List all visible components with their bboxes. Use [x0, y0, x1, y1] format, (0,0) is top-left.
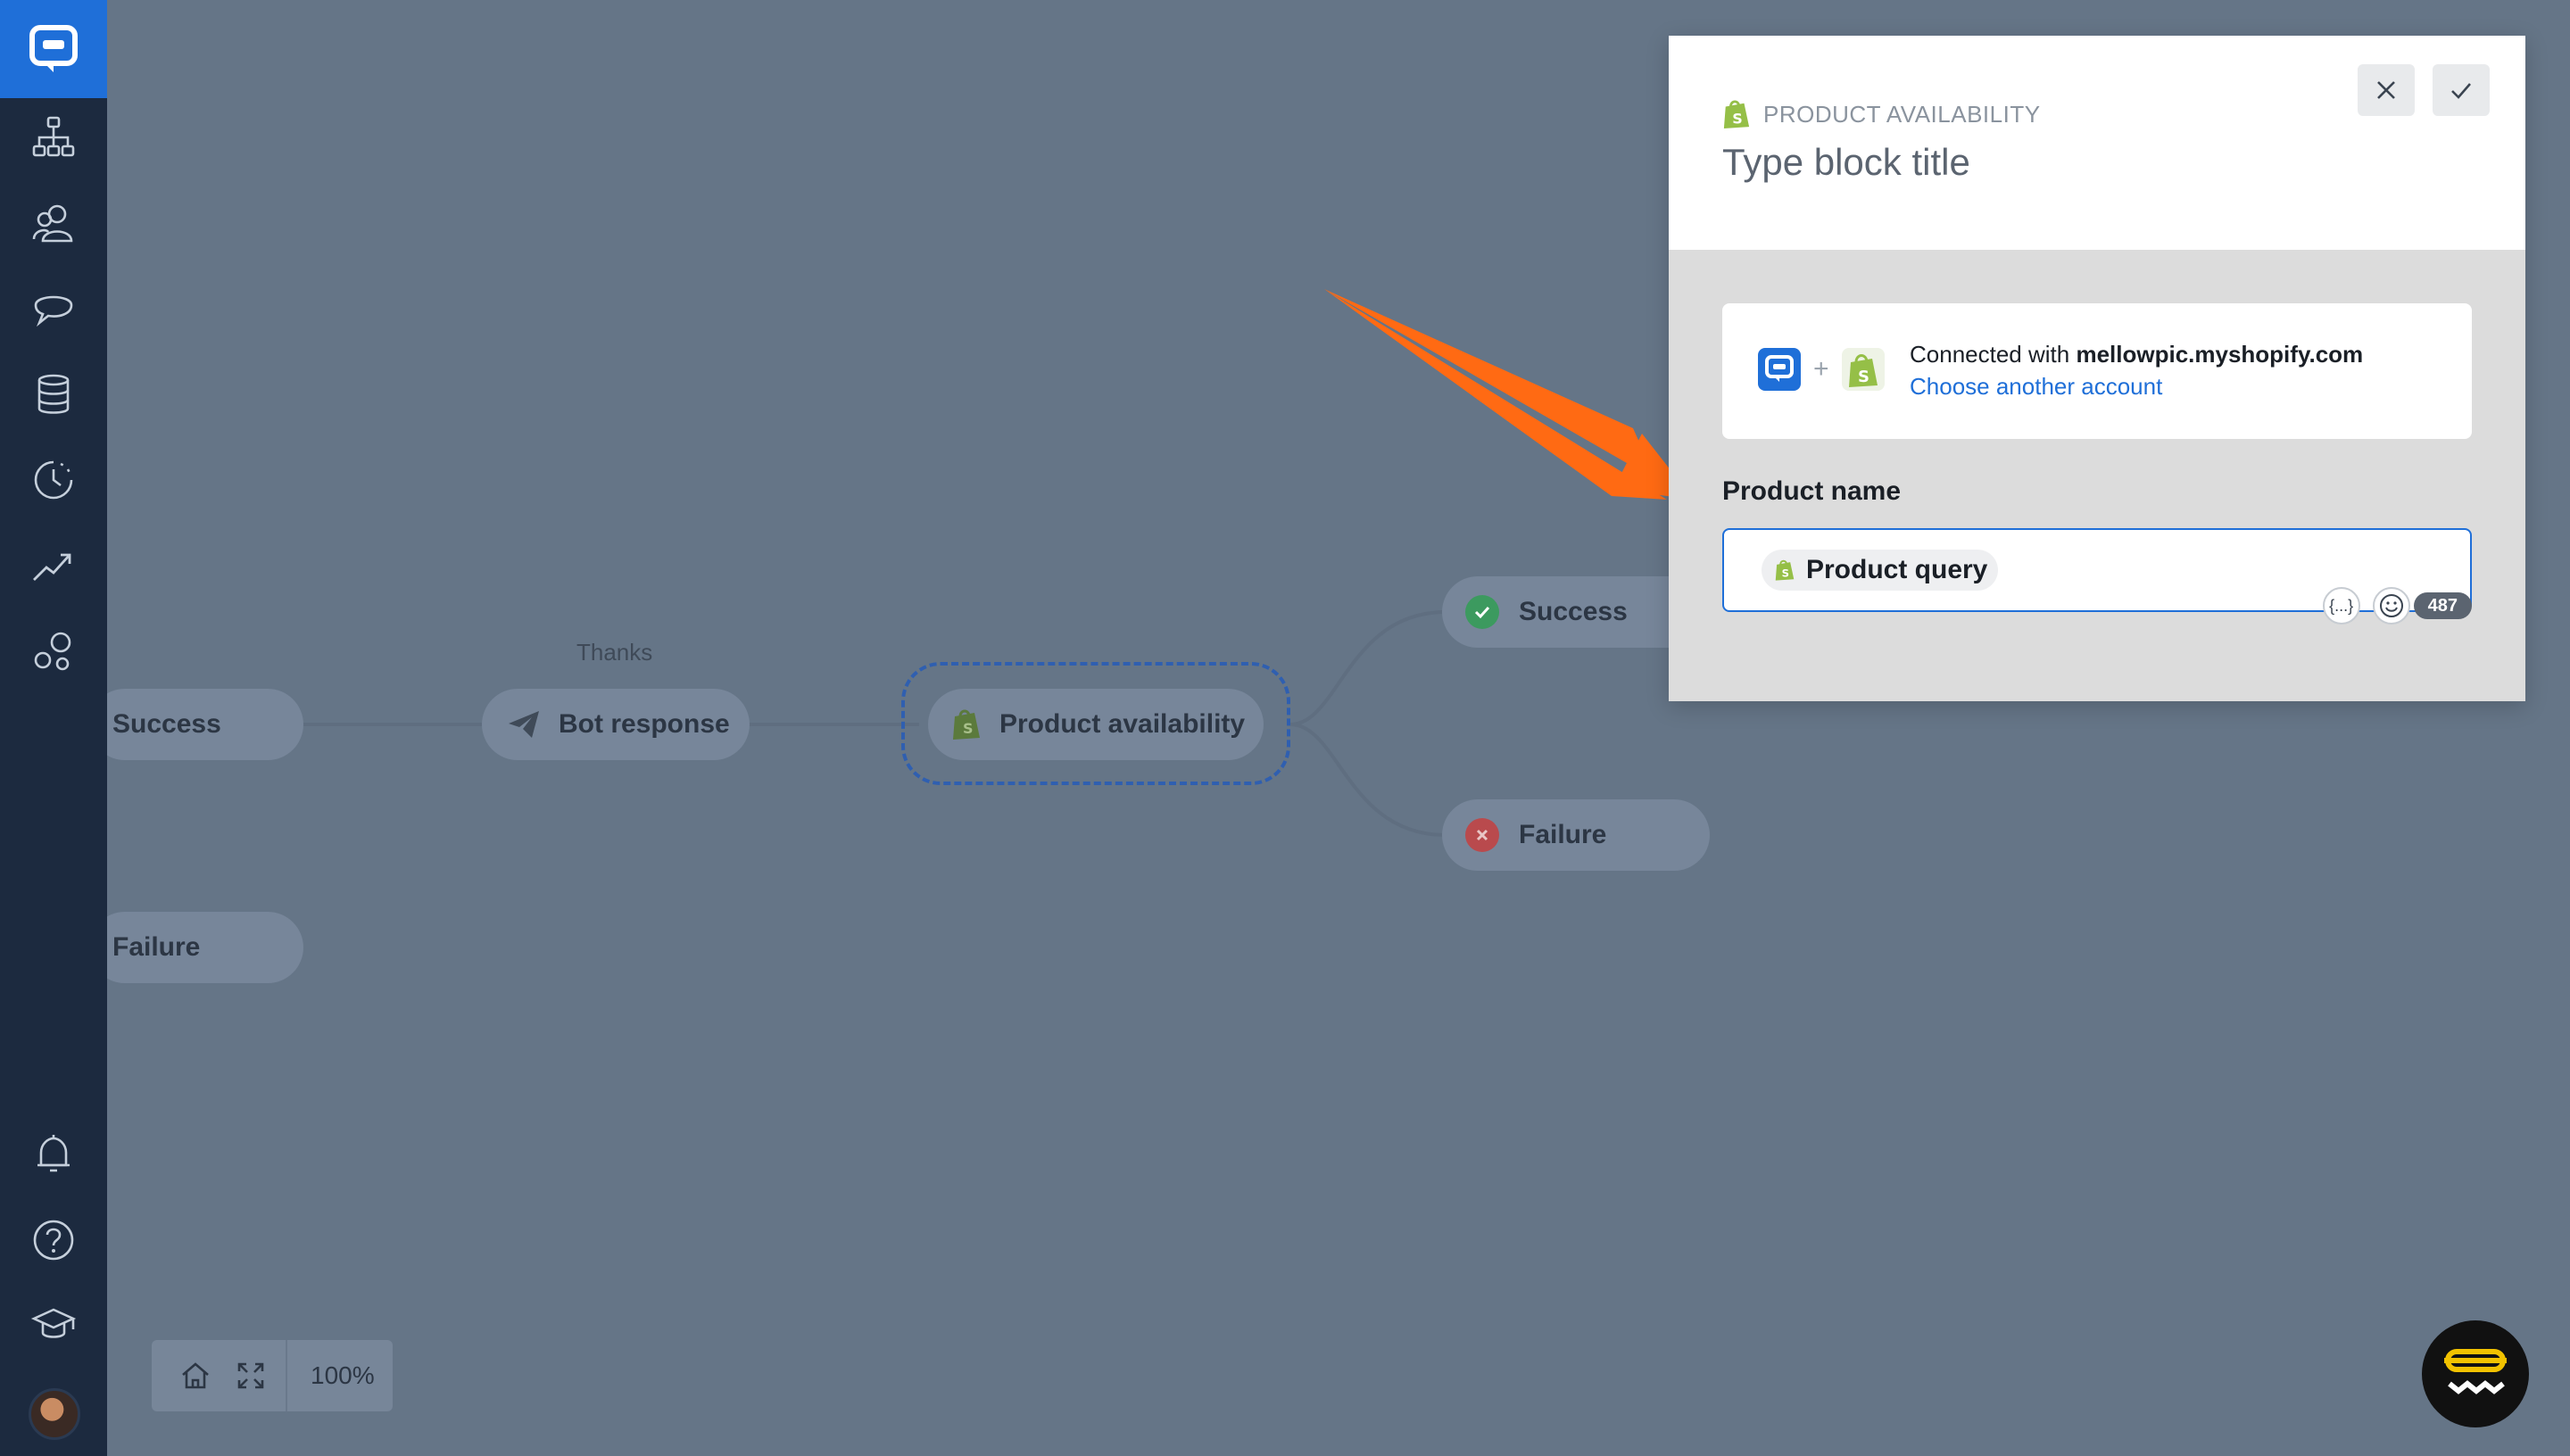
svg-text:S: S: [963, 720, 974, 737]
connection-status: Connected with mellowpic.myshopify.com: [1910, 341, 2363, 368]
right-failure-node[interactable]: Failure: [1442, 799, 1710, 871]
svg-text:S: S: [1858, 368, 1869, 386]
panel-header: S PRODUCT AVAILABILITY Type block title: [1669, 36, 2525, 250]
left-success-label: Success: [112, 709, 221, 739]
block-type-label: PRODUCT AVAILABILITY: [1763, 100, 2041, 128]
support-widget-button[interactable]: [2422, 1320, 2529, 1427]
insert-variable-button[interactable]: {...}: [2322, 587, 2360, 625]
field-tools: {...} 487: [2310, 587, 2472, 625]
svg-text:S: S: [1782, 567, 1789, 580]
chatbot-logo-icon: [1758, 348, 1801, 391]
left-failure-label: Failure: [112, 932, 201, 962]
sidebar-item-integrations[interactable]: [0, 616, 107, 687]
block-type-tag: S PRODUCT AVAILABILITY: [1722, 98, 2041, 130]
sidebar: [0, 0, 107, 1456]
shopify-icon: S: [951, 707, 982, 741]
paper-plane-icon: [507, 709, 541, 740]
sidebar-item-reports[interactable]: [0, 530, 107, 601]
connection-logos: + S: [1758, 348, 1885, 391]
variables-label: {...}: [2329, 596, 2354, 615]
support-widget-icon: [2444, 1349, 2507, 1394]
shopify-icon: S: [1775, 559, 1795, 581]
sidebar-item-data[interactable]: [0, 359, 107, 430]
product-availability-node[interactable]: S Product availability: [928, 689, 1264, 760]
product-name-field[interactable]: S Product query {...} 487: [1722, 528, 2472, 625]
product-query-label: Product query: [1806, 555, 1988, 584]
right-failure-label: Failure: [1519, 820, 1607, 849]
close-button[interactable]: [2358, 64, 2415, 116]
home-button[interactable]: [168, 1340, 223, 1411]
zoom-controls: 100%: [152, 1340, 393, 1411]
left-success-node[interactable]: Success: [89, 689, 303, 760]
connection-card: + S Connected with mellowpic.myshopify.c…: [1722, 303, 2472, 439]
chat-icon: [34, 295, 73, 327]
reports-icon: [33, 553, 71, 581]
sidebar-item-users[interactable]: [0, 187, 107, 259]
sidebar-item-history[interactable]: [0, 444, 107, 516]
product-availability-label: Product availability: [999, 709, 1246, 739]
left-failure-node[interactable]: Failure: [89, 912, 303, 983]
check-icon: [2451, 83, 2471, 99]
chatbot-logo-icon: [29, 25, 78, 72]
shopify-icon: S: [1723, 100, 1750, 128]
close-icon: [2377, 81, 2395, 99]
users-icon: [32, 204, 73, 243]
choose-another-account-link[interactable]: Choose another account: [1910, 373, 2162, 401]
bot-response-label: Bot response: [559, 709, 730, 739]
fit-screen-button[interactable]: [223, 1340, 278, 1411]
emoji-button[interactable]: [2372, 587, 2410, 625]
block-config-panel: S PRODUCT AVAILABILITY Type block title …: [1669, 36, 2525, 701]
home-icon: [182, 1362, 209, 1389]
check-circle-icon: [1465, 595, 1499, 629]
integrations-icon: [34, 632, 71, 671]
svg-text:S: S: [1732, 110, 1743, 127]
flows-icon: [32, 116, 75, 157]
block-title-input[interactable]: Type block title: [1722, 141, 1970, 184]
connection-prefix: Connected with: [1910, 341, 2077, 368]
sidebar-item-notifications[interactable]: [0, 1119, 107, 1190]
right-success-label: Success: [1519, 597, 1628, 626]
sidebar-item-academy[interactable]: [0, 1288, 107, 1360]
sidebar-item-chats[interactable]: [0, 273, 107, 344]
sidebar-item-flows[interactable]: [0, 102, 107, 173]
connected-account: mellowpic.myshopify.com: [2076, 341, 2364, 368]
bot-response-node[interactable]: Bot response: [482, 689, 750, 760]
character-count: 487: [2413, 592, 2472, 619]
expand-icon: [237, 1362, 264, 1389]
smiley-icon: [2379, 594, 2403, 617]
product-query-chip[interactable]: S Product query: [1762, 550, 1999, 591]
sidebar-item-help[interactable]: [0, 1204, 107, 1276]
academy-icon: [30, 1308, 77, 1338]
app-logo[interactable]: [0, 0, 107, 98]
history-icon: [34, 460, 73, 500]
help-icon: [33, 1220, 74, 1261]
database-icon: [37, 374, 70, 414]
zoom-divider: [286, 1340, 287, 1411]
avatar[interactable]: [29, 1388, 80, 1440]
plus-sign: +: [1813, 354, 1829, 384]
product-name-label: Product name: [1722, 476, 1902, 506]
bell-icon: [37, 1135, 70, 1172]
x-circle-icon: [1465, 818, 1499, 852]
bot-response-caption: Thanks: [576, 639, 653, 666]
confirm-button[interactable]: [2433, 64, 2490, 116]
zoom-level: 100%: [311, 1361, 375, 1389]
shopify-icon: S: [1841, 348, 1885, 391]
